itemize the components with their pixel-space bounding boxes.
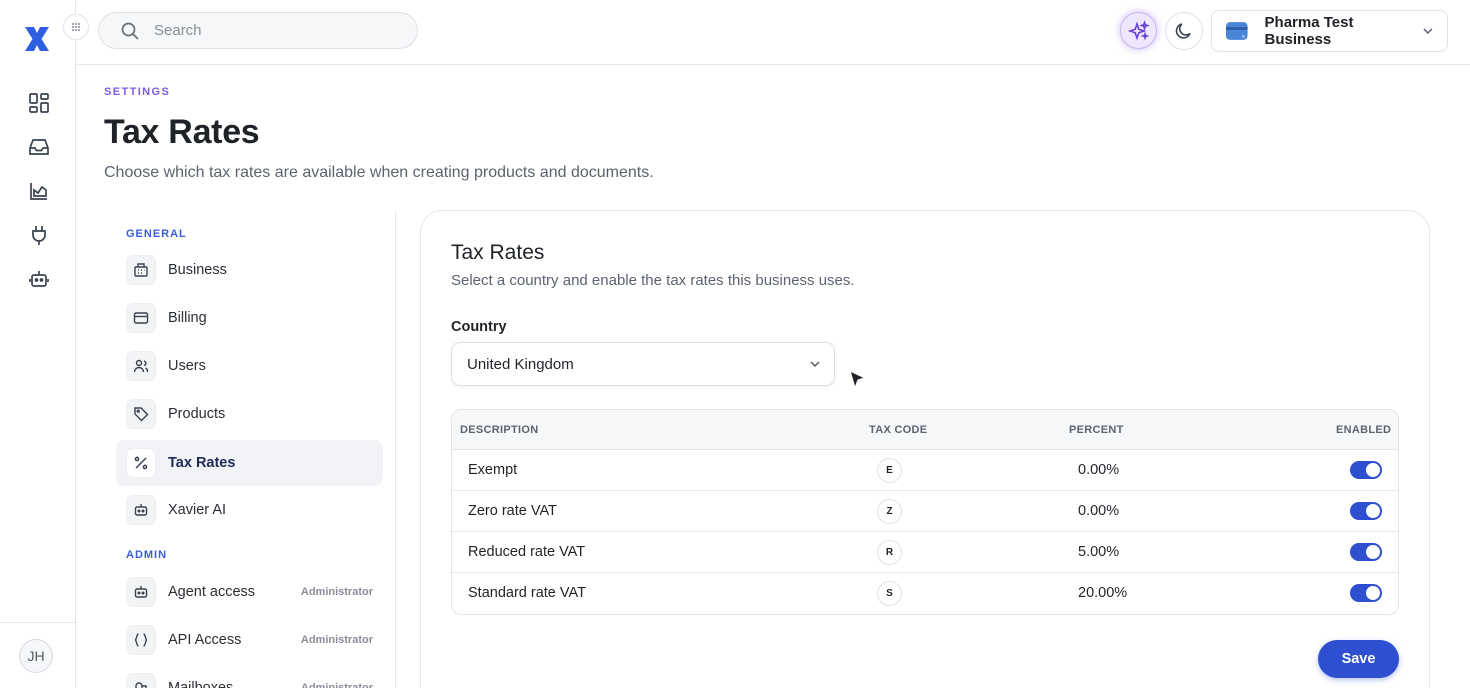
app-rail: JH xyxy=(0,0,89,688)
country-select[interactable]: United Kingdom xyxy=(451,342,835,386)
sidebar-item-label: Agent access xyxy=(168,584,256,600)
mailbox-icon xyxy=(126,673,156,688)
row-percent: 0.00% xyxy=(1078,462,1120,478)
nav-group-admin: ADMIN xyxy=(126,549,168,561)
inbox-icon[interactable] xyxy=(26,134,52,160)
breadcrumb: SETTINGS xyxy=(104,86,171,98)
row-percent: 20.00% xyxy=(1078,585,1128,601)
tag-icon xyxy=(126,399,156,429)
top-bar: X Pharma Test Business xyxy=(76,0,1470,65)
country-label: Country xyxy=(451,319,507,335)
enabled-toggle[interactable] xyxy=(1350,461,1382,479)
toggle-knob xyxy=(1366,586,1380,600)
dashboard-icon[interactable] xyxy=(26,90,52,116)
mouse-cursor-icon xyxy=(849,369,867,390)
card-subtitle: Select a country and enable the tax rate… xyxy=(451,272,855,289)
page-subtitle: Choose which tax rates are available whe… xyxy=(104,164,654,181)
row-description: Reduced rate VAT xyxy=(468,544,586,560)
toggle-knob xyxy=(1366,504,1380,518)
sidebar-item-products[interactable]: Products xyxy=(116,391,383,437)
sidebar-item-billing[interactable]: Billing xyxy=(116,295,383,341)
search-box[interactable] xyxy=(98,12,418,49)
percent-icon xyxy=(126,448,156,478)
role-badge: Administrator xyxy=(300,586,373,598)
tax-code-badge: S xyxy=(877,581,902,606)
page-title: Tax Rates xyxy=(104,113,260,151)
sidebar-item-label: Billing xyxy=(168,310,207,326)
robot-icon xyxy=(126,577,156,607)
robot-icon xyxy=(126,495,156,525)
chevron-down-icon xyxy=(810,361,820,368)
plug-icon[interactable] xyxy=(26,222,52,248)
search-icon xyxy=(121,22,139,40)
save-button[interactable]: Save xyxy=(1318,640,1399,678)
table-row: Zero rate VAT Z 0.00% xyxy=(452,491,1398,532)
role-badge: Administrator xyxy=(300,682,373,688)
sidebar-item-label: Business xyxy=(168,262,227,278)
row-percent: 0.00% xyxy=(1078,503,1120,519)
row-description: Standard rate VAT xyxy=(468,585,586,601)
app-logo-icon[interactable] xyxy=(22,24,52,54)
building-icon xyxy=(126,255,156,285)
moon-icon xyxy=(1175,23,1191,39)
tax-rates-table: DESCRIPTION TAX CODE PERCENT ENABLED Exe… xyxy=(451,409,1399,615)
theme-toggle-button[interactable] xyxy=(1165,12,1203,50)
enabled-toggle[interactable] xyxy=(1350,584,1382,602)
enabled-toggle[interactable] xyxy=(1350,502,1382,520)
table-header: DESCRIPTION TAX CODE PERCENT ENABLED xyxy=(452,410,1398,450)
row-description: Zero rate VAT xyxy=(468,503,557,519)
sparkles-icon xyxy=(1127,19,1150,41)
column-header-description: DESCRIPTION xyxy=(460,424,539,436)
analytics-icon[interactable] xyxy=(26,178,52,204)
sidebar-item-tax-rates[interactable]: Tax Rates xyxy=(116,440,383,486)
table-row: Exempt E 0.00% xyxy=(452,450,1398,491)
ai-assistant-button[interactable] xyxy=(1120,12,1157,49)
sidebar-item-label: Tax Rates xyxy=(168,455,236,471)
sidebar-item-agent-access[interactable]: Agent access Administrator xyxy=(116,569,383,615)
business-switcher[interactable]: X Pharma Test Business xyxy=(1211,10,1448,52)
users-icon xyxy=(126,351,156,381)
column-header-tax-code: TAX CODE xyxy=(869,424,928,436)
business-name: Pharma Test Business xyxy=(1264,14,1354,48)
credit-card-icon xyxy=(126,303,156,333)
nav-group-general: GENERAL xyxy=(126,228,187,240)
braces-icon xyxy=(126,625,156,655)
robot-icon[interactable] xyxy=(26,266,52,292)
sidebar-item-business[interactable]: Business xyxy=(116,247,383,293)
card-title: Tax Rates xyxy=(451,241,545,264)
column-header-enabled: ENABLED xyxy=(1336,424,1392,436)
sidebar-item-label: Mailboxes xyxy=(168,680,234,688)
country-select-value: United Kingdom xyxy=(467,355,574,373)
sidebar-item-label: Users xyxy=(168,358,206,374)
user-avatar[interactable]: JH xyxy=(19,639,53,673)
column-header-percent: PERCENT xyxy=(1069,424,1124,436)
sidebar-item-xavier-ai[interactable]: Xavier AI xyxy=(116,487,383,533)
table-row: Standard rate VAT S 20.00% xyxy=(452,573,1398,614)
rail-divider xyxy=(0,622,76,623)
business-logo-icon: X xyxy=(1225,22,1248,40)
search-input[interactable] xyxy=(154,22,394,39)
collapse-grip-icon[interactable] xyxy=(63,14,89,40)
sidebar-item-label: Products xyxy=(168,406,226,422)
chevron-down-icon xyxy=(1423,28,1433,35)
sidebar-item-label: Xavier AI xyxy=(168,502,227,518)
enabled-toggle[interactable] xyxy=(1350,543,1382,561)
toggle-knob xyxy=(1366,463,1380,477)
sidebar-item-label: API Access xyxy=(168,632,242,648)
toggle-knob xyxy=(1366,545,1380,559)
tax-code-badge: R xyxy=(877,540,902,565)
row-description: Exempt xyxy=(468,462,518,478)
settings-nav: GENERAL Business Billing Users Products … xyxy=(104,211,396,688)
table-row: Reduced rate VAT R 5.00% xyxy=(452,532,1398,573)
row-percent: 5.00% xyxy=(1078,544,1120,560)
role-badge: Administrator xyxy=(300,634,373,646)
sidebar-item-mailboxes[interactable]: Mailboxes Administrator xyxy=(116,665,383,688)
tax-code-badge: E xyxy=(877,458,902,483)
tax-rates-card: Tax Rates Select a country and enable th… xyxy=(420,210,1430,688)
sidebar-item-users[interactable]: Users xyxy=(116,343,383,389)
sidebar-item-api-access[interactable]: API Access Administrator xyxy=(116,617,383,663)
tax-code-badge: Z xyxy=(877,499,902,524)
